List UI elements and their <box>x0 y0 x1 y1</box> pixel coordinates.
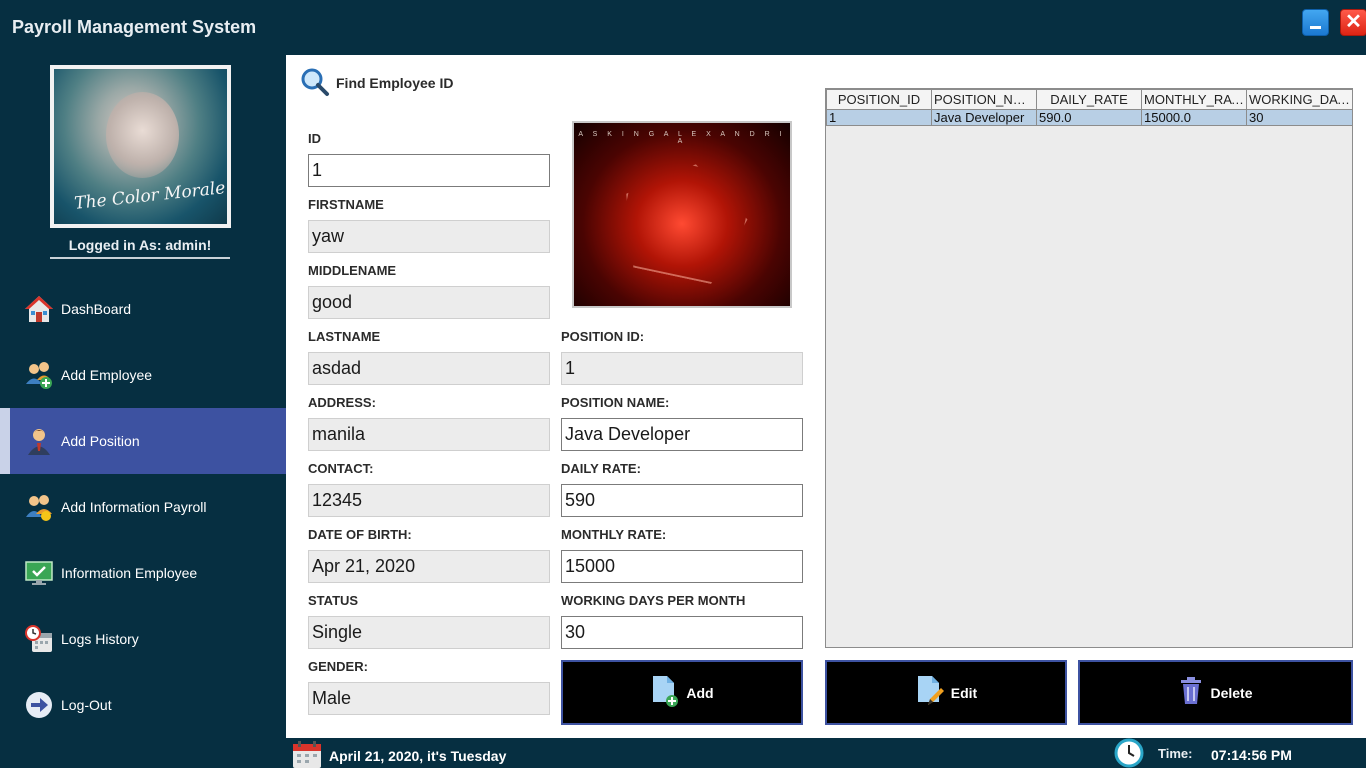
table-header-row: POSITION_ID POSITION_NAME DAILY_RATE MON… <box>826 89 1353 110</box>
app-title: Payroll Management System <box>12 17 257 37</box>
sidebar-item-label: Add Employee <box>61 367 153 383</box>
column-header-monthly-rate[interactable]: MONTHLY_RATE <box>1141 89 1247 110</box>
contact-label: CONTACT: <box>308 461 374 476</box>
photo-caption: A S K I N G A L E X A N D R I A <box>578 131 786 145</box>
firstname-field <box>308 220 550 253</box>
sidebar-item-label: DashBoard <box>61 301 132 317</box>
sidebar-item-logs-history[interactable]: Logs History <box>0 606 286 672</box>
working-days-label: WORKING DAYS PER MONTH <box>561 593 746 608</box>
status-label: STATUS <box>308 593 359 608</box>
firstname-label: FIRSTNAME <box>308 197 384 212</box>
delete-button[interactable]: Delete <box>1078 660 1353 725</box>
address-label: ADDRESS: <box>308 395 376 410</box>
current-time: 07:14:56 PM <box>1211 747 1292 763</box>
minimize-button[interactable] <box>1302 9 1329 36</box>
search-icon[interactable] <box>300 67 330 97</box>
trash-icon <box>1178 676 1204 709</box>
sidebar-item-label: Log-Out <box>61 697 112 713</box>
sidebar-item-add-position[interactable]: Add Position <box>0 408 286 474</box>
id-label: ID <box>308 131 321 146</box>
table-cell[interactable]: 590.0 <box>1036 109 1142 126</box>
gender-field <box>308 682 550 715</box>
edit-button-label: Edit <box>950 684 978 701</box>
sidebar-item-label: Add Information Payroll <box>61 499 207 515</box>
table-row[interactable]: 1 Java Developer 590.0 15000.0 30 <box>826 109 1353 126</box>
clock-icon <box>1114 738 1144 768</box>
current-date: April 21, 2020, it's Tuesday <box>329 748 507 764</box>
positions-table[interactable]: POSITION_ID POSITION_NAME DAILY_RATE MON… <box>825 88 1353 648</box>
position-name-label: POSITION NAME: <box>561 395 670 410</box>
table-cell[interactable]: Java Developer <box>931 109 1037 126</box>
close-button[interactable]: ✕ <box>1340 9 1366 36</box>
sidebar-item-information-employee[interactable]: Information Employee <box>0 540 286 606</box>
gender-label: GENDER: <box>308 659 368 674</box>
lastname-field <box>308 352 550 385</box>
home-icon <box>24 294 54 324</box>
employee-id-input[interactable] <box>308 154 550 187</box>
edit-file-icon <box>915 674 945 711</box>
employee-photo-image: A S K I N G A L E X A N D R I A <box>574 123 790 306</box>
calendar-icon <box>292 740 322 768</box>
contact-field <box>308 484 550 517</box>
sidebar-item-log-out[interactable]: Log-Out <box>0 672 286 738</box>
status-field <box>308 616 550 649</box>
position-form-panel: Find Employee ID ID FIRSTNAME MIDDLENAME… <box>286 55 1366 738</box>
add-button-label: Add <box>686 684 714 701</box>
time-label: Time: <box>1158 746 1193 761</box>
sidebar-item-dashboard[interactable]: DashBoard <box>0 276 286 342</box>
table-cell[interactable]: 1 <box>826 109 932 126</box>
employee-photo: A S K I N G A L E X A N D R I A <box>572 121 792 308</box>
edit-button[interactable]: Edit <box>825 660 1067 725</box>
table-cell[interactable]: 15000.0 <box>1141 109 1247 126</box>
dob-field <box>308 550 550 583</box>
sidebar-item-label: Add Position <box>61 433 140 449</box>
lastname-label: LASTNAME <box>308 329 381 344</box>
sidebar-item-label: Logs History <box>61 631 139 647</box>
find-employee-label[interactable]: Find Employee ID <box>336 75 453 91</box>
working-days-input[interactable] <box>561 616 803 649</box>
sidebar-item-label: Information Employee <box>61 565 198 581</box>
position-name-input[interactable] <box>561 418 803 451</box>
arrow-right-icon <box>24 690 54 720</box>
payroll-users-icon <box>24 492 54 522</box>
position-id-field <box>561 352 803 385</box>
sidebar-item-add-information-payroll[interactable]: Add Information Payroll <box>0 474 286 540</box>
add-file-icon <box>650 674 680 711</box>
monthly-rate-label: MONTHLY RATE: <box>561 527 667 542</box>
address-field <box>308 418 550 451</box>
monthly-rate-input[interactable] <box>561 550 803 583</box>
avatar <box>50 65 231 228</box>
column-header-position-id[interactable]: POSITION_ID <box>826 89 932 110</box>
avatar-image <box>54 69 227 224</box>
table-cell[interactable]: 30 <box>1246 109 1353 126</box>
column-header-position-name[interactable]: POSITION_NAME <box>931 89 1037 110</box>
add-button[interactable]: Add <box>561 660 803 725</box>
position-id-label: POSITION ID: <box>561 329 645 344</box>
middlename-label: MIDDLENAME <box>308 263 397 278</box>
sidebar-item-add-employee[interactable]: Add Employee <box>0 342 286 408</box>
manager-icon <box>24 426 54 456</box>
daily-rate-input[interactable] <box>561 484 803 517</box>
daily-rate-label: DAILY RATE: <box>561 461 641 476</box>
column-header-daily-rate[interactable]: DAILY_RATE <box>1036 89 1142 110</box>
monitor-check-icon <box>24 558 54 588</box>
logged-in-label: Logged in As: admin! <box>50 237 230 259</box>
add-user-icon <box>24 360 54 390</box>
column-header-working-days[interactable]: WORKING_DAY... <box>1246 89 1353 110</box>
delete-button-label: Delete <box>1210 684 1253 701</box>
middlename-field <box>308 286 550 319</box>
calendar-clock-icon <box>24 624 54 654</box>
dob-label: DATE OF BIRTH: <box>308 527 412 542</box>
